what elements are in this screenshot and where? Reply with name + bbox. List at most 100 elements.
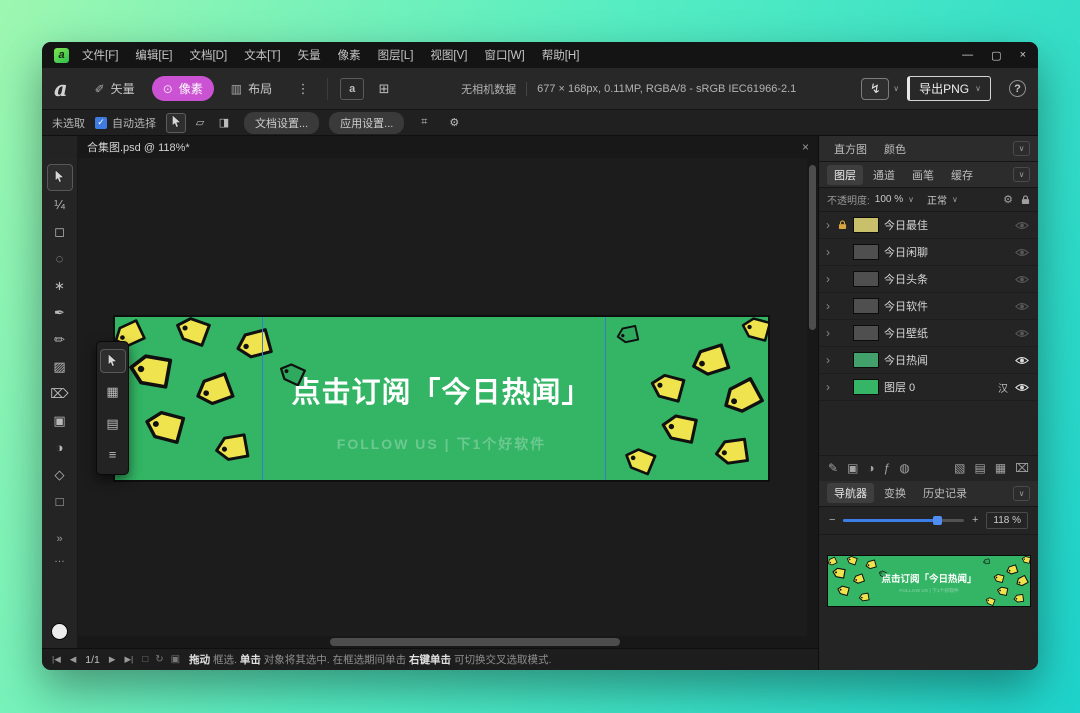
opacity-chevron-icon[interactable]: ∨ [908, 195, 914, 204]
layer-label[interactable]: 今日头条 [884, 271, 928, 287]
edit-all-layers-icon[interactable]: ✎ [828, 461, 838, 475]
snapshot-icon[interactable]: □ [142, 654, 148, 665]
menu-item[interactable]: 文件[F] [82, 47, 118, 63]
visibility-eye-icon[interactable] [1013, 302, 1031, 311]
move-tool[interactable] [47, 164, 73, 191]
flood-fill-tool[interactable]: ▨ [47, 353, 73, 380]
marquee-tool[interactable]: ◻ [47, 218, 73, 245]
quick-menu-chevron-icon[interactable]: ∨ [893, 84, 899, 93]
panel-tab[interactable]: 颜色 [877, 139, 913, 159]
page-prev-button[interactable]: ◀ [70, 654, 77, 665]
page-first-button[interactable]: |◀ [52, 654, 61, 665]
vertical-scrollbar-thumb[interactable] [809, 165, 816, 330]
layer-thumbnail[interactable] [853, 244, 879, 260]
zoom-slider-thumb[interactable] [933, 516, 942, 525]
layer-row[interactable]: › 图层 0 汉 [819, 374, 1038, 401]
layer-effects-icon[interactable]: ◍ [899, 461, 909, 475]
quick-menu-button[interactable]: ↯ ∨ [861, 78, 899, 100]
layer-row[interactable]: › 今日壁纸 [819, 320, 1038, 347]
new-pixel-layer-icon[interactable]: ▧ [954, 461, 965, 475]
new-layer-icon[interactable]: ▦ [995, 461, 1006, 475]
layout-persona-button[interactable]: ▥ 布局 [220, 76, 283, 101]
menu-item[interactable]: 视图[V] [430, 47, 467, 63]
panel-collapse-chevron-icon[interactable]: ∨ [1013, 141, 1030, 156]
new-grid-button[interactable]: ⊞ [372, 78, 396, 100]
adjustment-layer-icon[interactable]: ◑ [867, 461, 874, 475]
expand-arrow-icon[interactable]: › [826, 299, 833, 313]
vector-persona-button[interactable]: ✐ 矢量 [84, 76, 146, 101]
visibility-eye-icon[interactable] [1013, 383, 1031, 392]
visibility-eye-icon[interactable] [1013, 356, 1031, 365]
duplicate-select-button[interactable]: ▱ [190, 113, 210, 133]
minimize-button[interactable]: — [962, 49, 973, 61]
color-swatch[interactable] [51, 623, 68, 640]
tools-more-button[interactable]: » [54, 529, 65, 549]
move-select-button[interactable] [166, 113, 186, 133]
blend-chevron-icon[interactable]: ∨ [952, 195, 958, 204]
zoom-in-button[interactable]: + [972, 514, 978, 526]
layer-label[interactable]: 今日软件 [884, 298, 928, 314]
banner-art[interactable]: 点击订阅「今日热闻」 FOLLOW US | 下1个好软件 [113, 315, 770, 482]
clone-tool[interactable]: ▣ [47, 407, 73, 434]
layer-thumbnail[interactable] [853, 325, 879, 341]
duplicate-icon[interactable]: ▣ [171, 654, 180, 665]
auto-trace-button[interactable]: a [340, 78, 364, 100]
app-settings-button[interactable]: 应用设置... [329, 112, 404, 134]
menu-item[interactable]: 帮助[H] [542, 47, 580, 63]
panel-collapse-chevron-icon[interactable]: ∨ [1013, 167, 1030, 182]
expand-arrow-icon[interactable]: › [826, 380, 833, 394]
layer-thumbnail[interactable] [853, 298, 879, 314]
horizontal-scrollbar[interactable] [78, 636, 818, 648]
shape-tool[interactable]: ◇ [47, 461, 73, 488]
visibility-eye-icon[interactable] [1013, 221, 1031, 230]
refresh-icon[interactable]: ↻ [155, 654, 163, 665]
layer-label[interactable]: 今日壁纸 [884, 325, 928, 341]
maximize-button[interactable]: ▢ [991, 49, 1001, 62]
panel-tab[interactable]: 画笔 [905, 165, 941, 185]
menu-item[interactable]: 编辑[E] [135, 47, 172, 63]
expand-arrow-icon[interactable]: › [826, 326, 833, 340]
visibility-eye-icon[interactable] [1013, 329, 1031, 338]
expand-arrow-icon[interactable]: › [826, 272, 833, 286]
layer-label[interactable]: 今日最佳 [884, 217, 928, 233]
dodge-tool[interactable]: ◑ [47, 434, 73, 461]
menu-item[interactable]: 矢量 [298, 47, 321, 63]
new-group-icon[interactable]: ▤ [974, 461, 985, 475]
blend-mode-select[interactable]: 正常 [927, 192, 947, 207]
expand-arrow-icon[interactable]: › [826, 218, 833, 232]
zoom-value[interactable]: 118 % [986, 512, 1028, 529]
export-chevron-icon[interactable]: ∨ [975, 84, 981, 93]
expand-arrow-icon[interactable]: › [826, 245, 833, 259]
eraser-tool[interactable]: ⌦ [47, 380, 73, 407]
layer-thumbnail[interactable] [853, 379, 879, 395]
panel-collapse-chevron-icon[interactable]: ∨ [1013, 486, 1030, 501]
layer-thumbnail[interactable] [853, 271, 879, 287]
rectangle-tool[interactable]: □ [47, 488, 73, 515]
zoom-out-button[interactable]: − [829, 514, 835, 526]
navigator-thumbnail[interactable]: 点击订阅「今日热闻」 FOLLOW US | 下1个好软件 [827, 555, 1031, 607]
panel-tab[interactable]: 通道 [866, 165, 902, 185]
layer-thumbnail[interactable] [853, 352, 879, 368]
layer-row[interactable]: › 今日闲聊 [819, 239, 1038, 266]
tools-dots-button[interactable]: … [54, 549, 65, 569]
help-button[interactable]: ? [1009, 80, 1026, 97]
layer-label[interactable]: 今日热闻 [884, 352, 928, 368]
lasso-tool[interactable]: ◌ [47, 245, 73, 272]
canvas[interactable]: 点击订阅「今日热闻」 FOLLOW US | 下1个好软件 ▦ [78, 158, 818, 636]
live-filter-icon[interactable]: ƒ [884, 461, 891, 475]
popup-table-tool[interactable]: ▤ [100, 412, 126, 436]
layer-thumbnail[interactable] [853, 217, 879, 233]
document-settings-button[interactable]: 文档设置... [244, 112, 319, 134]
popup-grid-tool[interactable]: ▦ [100, 380, 126, 404]
snap-grid-icon[interactable]: ⌗ [414, 113, 434, 133]
popup-stack-tool[interactable]: ≡ [100, 443, 126, 467]
delete-layer-icon[interactable]: ⌧ [1015, 461, 1029, 475]
pen-tool[interactable]: ✒ [47, 299, 73, 326]
group-select-button[interactable]: ◨ [214, 113, 234, 133]
popup-move-tool[interactable] [100, 349, 126, 373]
checkbox-check-icon[interactable]: ✓ [95, 117, 107, 129]
page-last-button[interactable]: ▶| [124, 654, 133, 665]
vertical-scrollbar[interactable] [807, 158, 818, 636]
menu-item[interactable]: 文档[D] [189, 47, 227, 63]
zoom-slider[interactable] [843, 519, 964, 522]
